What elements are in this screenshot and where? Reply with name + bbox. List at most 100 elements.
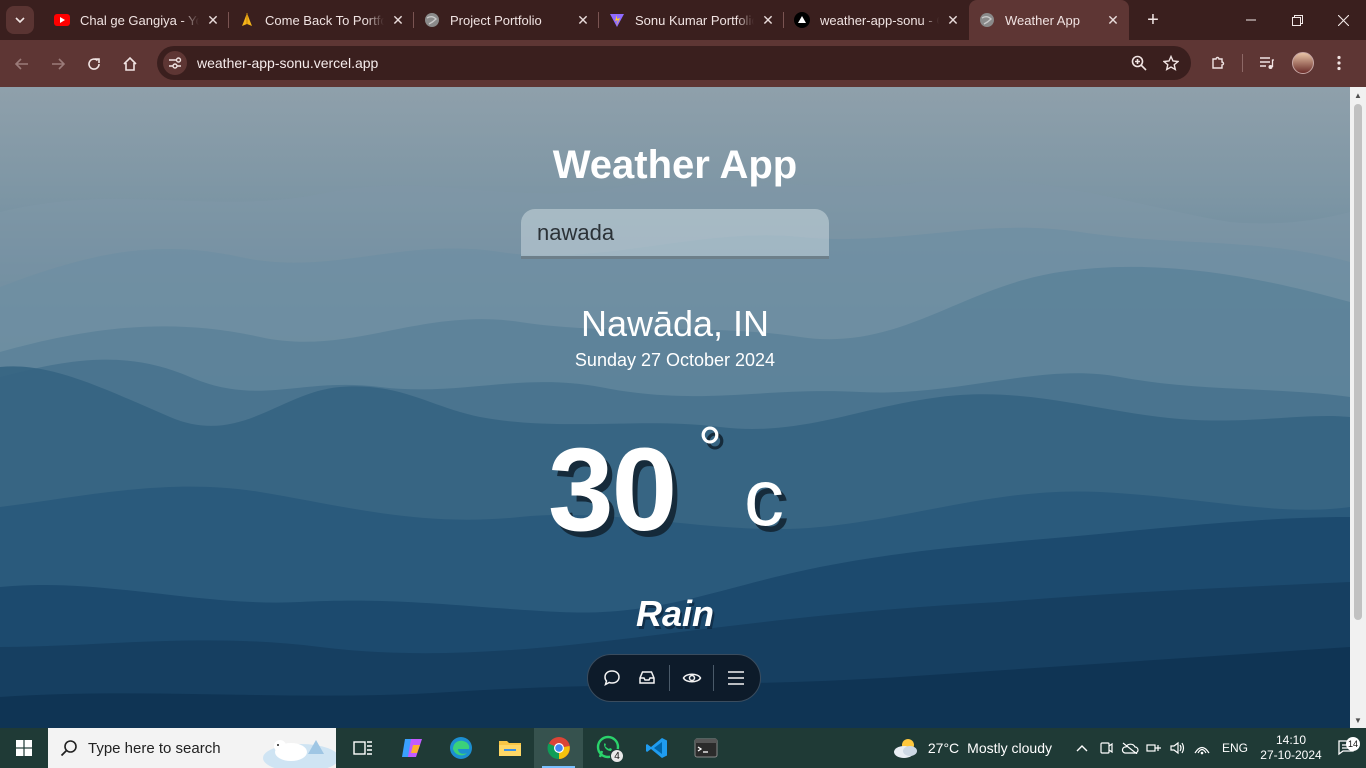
weather-widget[interactable]: 27°C Mostly cloudy — [892, 737, 1052, 759]
back-button[interactable] — [4, 46, 40, 82]
weather-condition: Rain — [635, 593, 714, 634]
home-icon — [123, 56, 137, 71]
temperature-unit: c — [744, 453, 784, 542]
windows-logo-icon — [16, 740, 32, 756]
reload-icon — [88, 57, 100, 70]
extensions-button[interactable] — [1200, 46, 1236, 80]
copilot-icon — [401, 739, 422, 757]
tab-weather-app[interactable]: Weather App ✕ — [969, 0, 1129, 40]
cloud-sun-icon — [893, 739, 917, 758]
tab-youtube[interactable]: Chal ge Gangiya - You ✕ — [44, 0, 229, 40]
degree-symbol: ° — [698, 415, 722, 482]
app-title: Weather App — [552, 143, 798, 187]
edge-icon — [449, 737, 472, 759]
temperature-display: 30 ° c — [548, 415, 784, 558]
plus-icon: + — [1147, 8, 1159, 31]
vscode-app-button[interactable] — [632, 728, 681, 768]
close-icon[interactable]: ✕ — [205, 12, 221, 28]
forward-button[interactable] — [40, 46, 76, 82]
tab-search-button[interactable] — [6, 6, 34, 34]
minimize-button[interactable] — [1228, 0, 1274, 40]
meet-now-button[interactable] — [1094, 741, 1118, 755]
address-bar[interactable]: weather-app-sonu.vercel.app — [157, 46, 1191, 80]
tune-icon — [169, 57, 182, 69]
vscode-icon — [645, 738, 667, 758]
tab-project-portfolio[interactable]: Project Portfolio ✕ — [414, 0, 599, 40]
clock-date: 27-10-2024 — [1260, 748, 1322, 762]
zoom-icon — [1131, 55, 1147, 71]
camera-icon — [1100, 742, 1113, 754]
windows-taskbar: Type here to search 4 27°C Mostly cloudy… — [0, 728, 1366, 768]
close-icon[interactable]: ✕ — [575, 12, 591, 28]
copilot-app-button[interactable] — [387, 728, 436, 768]
close-icon[interactable]: ✕ — [945, 12, 961, 28]
reload-button[interactable] — [76, 46, 112, 82]
menu-button[interactable] — [1321, 46, 1357, 80]
restore-icon — [1291, 14, 1303, 26]
network-button[interactable] — [1142, 741, 1166, 755]
start-button[interactable] — [0, 728, 48, 768]
toolbar-divider — [1242, 54, 1243, 72]
file-explorer-app-button[interactable] — [485, 728, 534, 768]
inbox-icon — [639, 671, 655, 684]
url-text[interactable]: weather-app-sonu.vercel.app — [197, 55, 1123, 71]
tab-title: Sonu Kumar Portfolio — [635, 12, 754, 28]
preview-button[interactable] — [674, 660, 710, 696]
comment-button[interactable] — [594, 660, 630, 696]
youtube-icon — [54, 12, 70, 28]
current-date: Sunday 27 October 2024 — [574, 350, 776, 370]
menu-button[interactable] — [718, 660, 754, 696]
tab-title: Chal ge Gangiya - You — [80, 12, 199, 28]
onedrive-button[interactable] — [1118, 742, 1142, 754]
terminal-app-button[interactable] — [681, 728, 730, 768]
wifi-button[interactable] — [1190, 741, 1214, 755]
notification-count-badge: 14 — [1346, 737, 1360, 751]
search-icon — [60, 740, 77, 757]
city-search-input[interactable] — [537, 219, 807, 246]
toolbar-actions — [1200, 46, 1357, 80]
close-window-button[interactable] — [1320, 0, 1366, 40]
more-vertical-icon — [1337, 55, 1341, 71]
chrome-app-button[interactable] — [534, 728, 583, 768]
minimize-icon — [1246, 19, 1256, 21]
scroll-up-arrow-icon[interactable]: ▲ — [1350, 87, 1366, 103]
clock-time: 14:10 — [1275, 733, 1307, 747]
puzzle-icon — [1212, 56, 1225, 69]
volume-button[interactable] — [1166, 741, 1190, 755]
notification-center-button[interactable]: 14 — [1326, 737, 1366, 757]
media-controls-button[interactable] — [1249, 46, 1285, 80]
wifi-icon — [1194, 746, 1210, 755]
tab-title: Come Back To Portfol — [265, 12, 384, 28]
cloud-off-icon — [1121, 742, 1139, 754]
restore-button[interactable] — [1274, 0, 1320, 40]
zoom-button[interactable] — [1123, 47, 1155, 79]
tab-come-back[interactable]: Come Back To Portfol ✕ — [229, 0, 414, 40]
close-icon[interactable]: ✕ — [390, 12, 406, 28]
home-button[interactable] — [112, 46, 148, 82]
edge-app-button[interactable] — [436, 728, 485, 768]
language-indicator[interactable]: ENG — [1222, 741, 1248, 755]
inbox-button[interactable] — [630, 660, 666, 696]
tab-sonu-portfolio[interactable]: Sonu Kumar Portfolio ✕ — [599, 0, 784, 40]
weather-temperature: 27°C — [927, 740, 960, 756]
page-scrollbar[interactable]: ▲ ▼ — [1350, 87, 1366, 728]
whatsapp-app-button[interactable]: 4 — [583, 728, 632, 768]
close-icon[interactable]: ✕ — [760, 12, 776, 28]
tab-vercel[interactable]: weather-app-sonu - C ✕ — [784, 0, 969, 40]
close-icon[interactable]: ✕ — [1105, 12, 1121, 28]
task-view-button[interactable] — [338, 728, 387, 768]
taskbar-clock[interactable]: 14:10 27-10-2024 — [1256, 733, 1326, 763]
taskbar-search-box[interactable]: Type here to search — [48, 728, 336, 768]
scroll-down-arrow-icon[interactable]: ▼ — [1350, 712, 1366, 728]
search-highlight-illustration — [263, 740, 336, 768]
city-search-field[interactable] — [521, 209, 829, 259]
site-info-button[interactable] — [163, 51, 187, 75]
profile-button[interactable] — [1285, 46, 1321, 80]
show-hidden-icons-button[interactable] — [1070, 744, 1094, 752]
scrollbar-thumb[interactable] — [1354, 104, 1362, 620]
bookmark-button[interactable] — [1155, 47, 1187, 79]
avatar — [1292, 52, 1314, 74]
window-controls — [1228, 0, 1366, 40]
new-tab-button[interactable]: + — [1139, 6, 1167, 34]
globe-icon — [979, 12, 995, 28]
